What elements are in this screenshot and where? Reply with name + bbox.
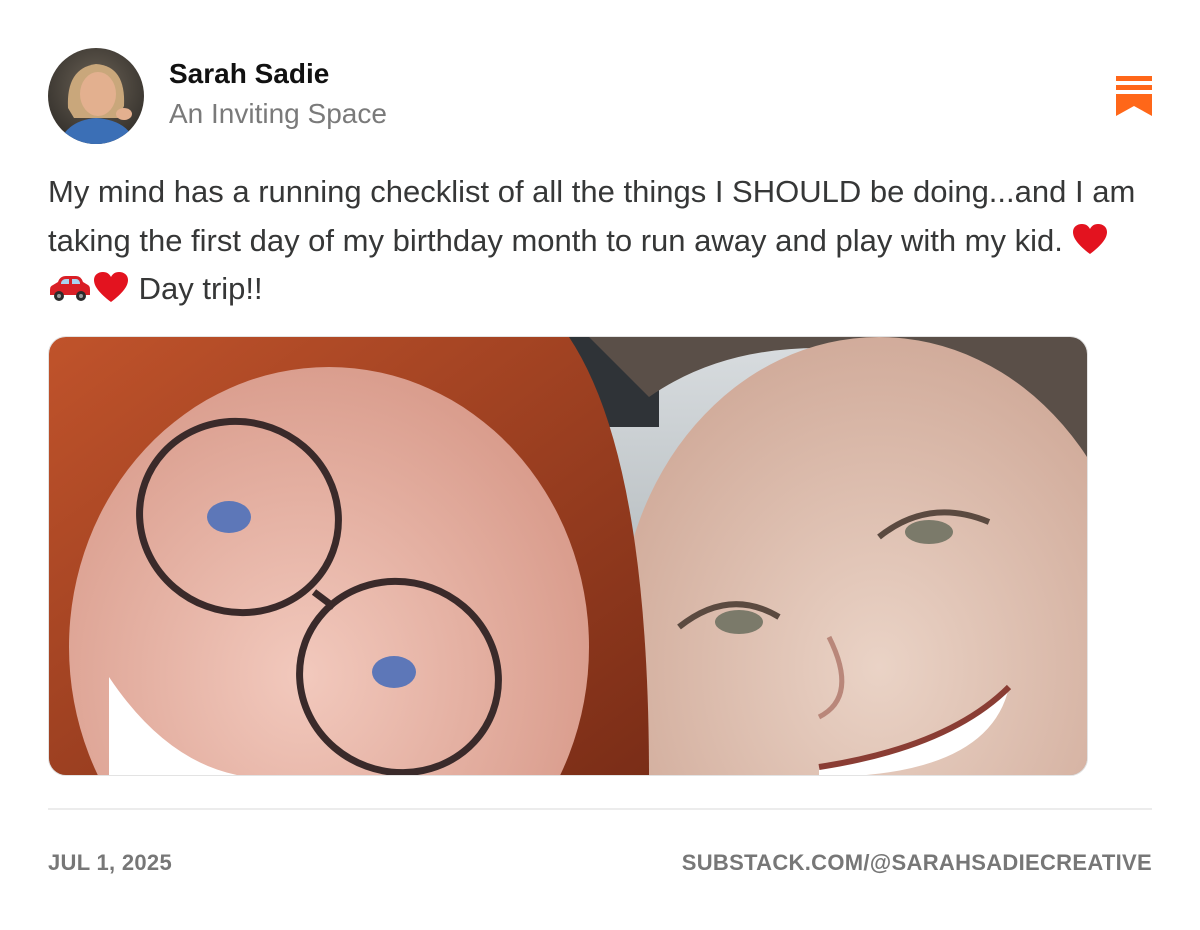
author-avatar[interactable] xyxy=(48,48,144,144)
post-date: JUL 1, 2025 xyxy=(48,850,172,875)
red-heart-icon xyxy=(1072,223,1108,255)
post-card: Sarah Sadie An Inviting Space My mind ha… xyxy=(0,0,1200,930)
substack-bookmark-icon[interactable] xyxy=(1116,76,1152,116)
post-text-tail: Day trip!! xyxy=(130,271,263,306)
post-body: My mind has a running checklist of all t… xyxy=(48,168,1138,314)
profile-url-link[interactable]: SUBSTACK.COM/@SARAHSADIECREATIVE xyxy=(682,850,1152,876)
post-text-main: My mind has a running checklist of all t… xyxy=(48,174,1136,258)
publication-name[interactable]: An Inviting Space xyxy=(169,98,387,130)
author-name[interactable]: Sarah Sadie xyxy=(169,58,329,90)
footer-divider xyxy=(48,808,1152,810)
red-car-icon xyxy=(49,273,91,303)
red-heart-icon xyxy=(93,271,129,303)
selfie-photo[interactable] xyxy=(48,336,1088,776)
